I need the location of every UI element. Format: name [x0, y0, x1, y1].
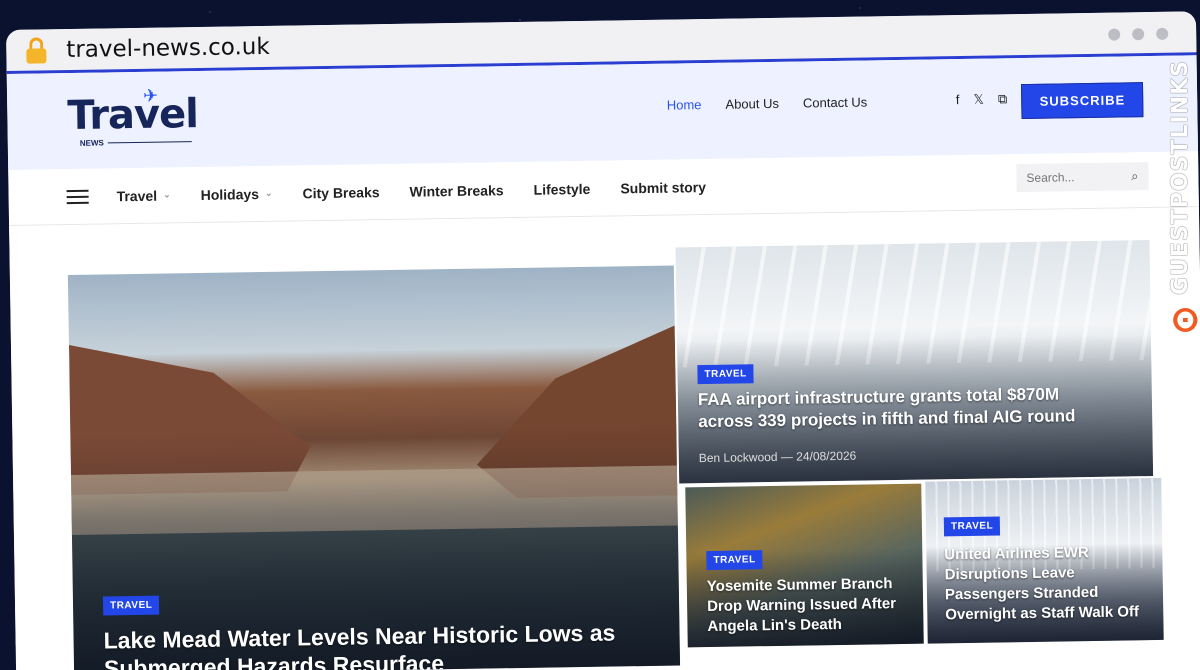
top-nav: Home About Us Contact Us	[667, 94, 868, 112]
lock-icon	[26, 36, 47, 64]
guestpostlinks-watermark: GUESTPOSTLINKS ⵙ	[1164, 60, 1200, 360]
rss-icon[interactable]: ⧉	[998, 91, 1008, 107]
card-date: 24/08/2026	[796, 448, 857, 464]
window-dot-icon[interactable]	[1108, 28, 1121, 41]
nav-item-holidays[interactable]: Holidays ⌄	[200, 185, 273, 203]
window-controls	[1108, 27, 1169, 41]
site-logo[interactable]: Travel ✈ NEWS	[66, 85, 199, 151]
site-header: Travel ✈ NEWS Home About Us Contact Us f…	[6, 55, 1199, 170]
card-title[interactable]: Yosemite Summer Branch Drop Warning Issu…	[707, 574, 918, 637]
x-icon[interactable]: 𝕏	[973, 92, 984, 108]
watermark-text: GUESTPOSTLINKS	[1168, 60, 1193, 295]
nav-item-label: Lifestyle	[533, 180, 591, 198]
chevron-down-icon: ⌄	[264, 187, 273, 198]
meta-separator: —	[780, 449, 793, 464]
featured-grid: TRAVEL Lake Mead Water Levels Near Histo…	[9, 207, 1200, 670]
airplane-icon: ✈	[142, 85, 159, 106]
nav-item-label: Winter Breaks	[409, 181, 504, 200]
card-title[interactable]: Lake Mead Water Levels Near Historic Low…	[103, 618, 624, 670]
category-badge[interactable]: TRAVEL	[697, 364, 754, 385]
hamburger-menu-icon[interactable]	[66, 189, 89, 204]
card-meta: Ben Lockwood — 24/08/2026	[699, 449, 857, 465]
link-logo-icon: ⵙ	[1172, 305, 1199, 338]
nav-item-travel[interactable]: Travel ⌄	[116, 187, 170, 204]
nav-item-submit-story[interactable]: Submit story	[620, 179, 706, 196]
facebook-icon[interactable]: f	[956, 92, 960, 108]
topnav-contact[interactable]: Contact Us	[803, 94, 868, 110]
window-dot-icon[interactable]	[1132, 28, 1145, 41]
nav-item-lifestyle[interactable]: Lifestyle	[533, 180, 590, 197]
browser-window: travel-news.co.uk Travel ✈ NEWS Home Abo…	[6, 11, 1200, 670]
card-title[interactable]: United Airlines EWR Disruptions Leave Pa…	[944, 542, 1155, 625]
nav-item-label: City Breaks	[302, 183, 380, 201]
nav-item-winter-breaks[interactable]: Winter Breaks	[409, 182, 503, 199]
search-icon[interactable]: ⌕	[1131, 168, 1139, 184]
chevron-down-icon: ⌄	[163, 189, 171, 200]
nav-item-label: Travel	[116, 187, 158, 204]
topnav-about[interactable]: About Us	[725, 96, 779, 112]
social-links: f 𝕏 ⧉	[956, 91, 1008, 108]
category-badge[interactable]: TRAVEL	[102, 595, 160, 616]
logo-word: Travel	[66, 90, 199, 140]
category-badge[interactable]: TRAVEL	[943, 516, 1001, 537]
nav-item-label: Submit story	[620, 178, 707, 196]
nav-item-city-breaks[interactable]: City Breaks	[302, 184, 379, 201]
featured-card-main[interactable]: TRAVEL Lake Mead Water Levels Near Histo…	[67, 265, 681, 670]
featured-card-faa[interactable]: TRAVEL FAA airport infrastructure grants…	[675, 240, 1154, 484]
logo-underline	[107, 141, 192, 144]
window-dot-icon[interactable]	[1156, 27, 1169, 40]
search-input[interactable]	[1026, 169, 1117, 185]
search-box: ⌕	[1016, 162, 1149, 193]
url-text[interactable]: travel-news.co.uk	[66, 33, 270, 62]
card-title[interactable]: FAA airport infrastructure grants total …	[698, 383, 1119, 434]
nav-item-label: Holidays	[200, 185, 260, 203]
featured-card-yosemite[interactable]: TRAVEL Yosemite Summer Branch Drop Warni…	[685, 483, 924, 648]
subscribe-button[interactable]: SUBSCRIBE	[1021, 82, 1144, 120]
featured-card-united[interactable]: TRAVEL United Airlines EWR Disruptions L…	[925, 477, 1164, 644]
card-author[interactable]: Ben Lockwood	[699, 450, 778, 465]
logo-sub: NEWS	[79, 138, 104, 148]
category-badge[interactable]: TRAVEL	[706, 550, 763, 571]
topnav-home[interactable]: Home	[667, 97, 702, 113]
